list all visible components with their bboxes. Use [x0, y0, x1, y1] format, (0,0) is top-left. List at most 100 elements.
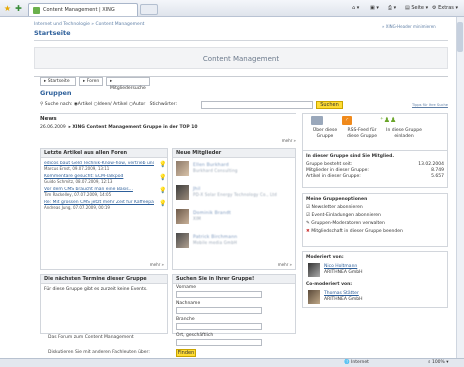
print-icon[interactable]: ⎙ ▾ [388, 4, 396, 13]
scrollbar-thumb[interactable] [457, 22, 463, 52]
member-company: Burkhard Consulting [193, 168, 238, 173]
field-label: Vorname [176, 285, 197, 290]
radio-label: Artikel [77, 102, 93, 107]
avatar[interactable] [176, 185, 189, 200]
pencil-icon: ✎ [306, 221, 310, 226]
feeds-icon[interactable]: ▣ ▾ [370, 4, 379, 13]
list-item[interactable]: Kommentare gesucht: ECM-Talkpod Guido Sc… [44, 174, 166, 187]
members-box: Neue Mitglieder Ellen Burkhard Burkhard … [172, 148, 296, 270]
tab-title: Content Management | XING [43, 7, 115, 13]
search-tips-link[interactable]: Tipps für Ihre Suche [412, 103, 448, 107]
minimize-header-link[interactable]: » XING-Header minimieren [382, 24, 436, 29]
vertical-scrollbar[interactable] [456, 17, 464, 358]
radio-label: Ideen/ Artikel [97, 102, 128, 107]
option-moderators[interactable]: ✎ Gruppen-Moderatoren verwalten [306, 221, 446, 229]
page-menu[interactable]: ▤ Seite ▾ [405, 4, 428, 13]
membership-text: In dieser Gruppe sind Sie Mitglied. [306, 154, 395, 159]
option-events[interactable]: ☑ Event-Einladungen abonnieren [306, 213, 446, 221]
list-item[interactable]: Patrick Birchmann Mobile media GmbH [176, 233, 294, 257]
tab-foren[interactable]: ▸ Foren [79, 77, 103, 86]
article-meta: Tim Rackelley, 07.07.2009, 14:05 [44, 192, 112, 197]
article-list: edicos baut Geld Technik-Know-how, vertr… [44, 161, 166, 213]
member-company: Mobile media GmbH [193, 240, 238, 245]
page-menu-label: Seite [411, 5, 425, 11]
moderators-box: Moderiert von: Nico Holtmann ARITHNEA Gm… [302, 251, 448, 308]
checkbox-checked-icon[interactable]: ☑ [306, 213, 310, 218]
avatar[interactable] [176, 209, 189, 224]
add-favorites-icon[interactable]: ✚ [14, 4, 23, 13]
list-item[interactable]: Dominik Brandt XIM [176, 209, 294, 233]
option-leave[interactable]: ✖ Mitgliedschaft in dieser Gruppe beende… [306, 229, 446, 237]
members-more-link[interactable]: mehr » [278, 262, 292, 267]
list-item[interactable]: Jhil PD-X Solar Energy Technology Co., L… [176, 185, 294, 209]
list-item[interactable]: Ellen Burkhard Burkhard Consulting [176, 161, 294, 185]
moderator-company: ARITHNEA GmbH [324, 270, 363, 275]
stat-label: Gruppe besteht seit: [306, 162, 353, 167]
member-search-title: Suchen Sie in Ihrer Gruppe! [173, 275, 295, 284]
options-list: ☑ Newsletter abonnieren ☑ Event-Einladun… [306, 205, 446, 237]
news-title: News [40, 116, 57, 122]
xing-favicon-icon [33, 7, 40, 14]
section-title: Gruppen [40, 89, 72, 97]
news-item[interactable]: 26.06.2009 ▸ XING Content Management Gru… [40, 125, 197, 130]
tools-menu[interactable]: ⚙ Extras ▾ [432, 4, 458, 13]
option-label: Newsletter abonnieren [311, 205, 363, 210]
remove-icon: ✖ [306, 229, 310, 234]
events-title: Die nächsten Termine dieser Gruppe [41, 275, 167, 284]
stat-value: 5.657 [431, 174, 444, 179]
about-group-link[interactable]: Über diese Gruppe [305, 128, 345, 140]
home-icon[interactable]: ⌂ ▾ [352, 4, 359, 13]
new-tab-button[interactable] [140, 4, 158, 15]
divider [34, 40, 448, 41]
search-button[interactable]: Suchen [316, 101, 343, 109]
comoderator-name[interactable]: Thomas Stätter [324, 291, 359, 296]
avatar[interactable] [308, 263, 320, 277]
member-company: PD-X Solar Energy Technology Co., Ltd [193, 192, 277, 197]
footer-text: Diskutieren Sie mit anderen Fachleuten ü… [48, 350, 150, 355]
news-more-link[interactable]: mehr » [282, 138, 296, 143]
members-title: Neue Mitglieder [173, 149, 295, 158]
breadcrumb[interactable]: Internet und Technologie » Content Manag… [34, 22, 144, 27]
favorites-star-icon[interactable]: ★ [3, 4, 12, 13]
browser-tab[interactable]: Content Management | XING [28, 3, 138, 16]
member-list: Ellen Burkhard Burkhard Consulting Jhil … [176, 161, 294, 257]
find-button[interactable]: Finden [176, 349, 196, 357]
zoom-control[interactable]: ⌕ 100% ▾ [428, 359, 449, 367]
firstname-input[interactable] [176, 291, 262, 298]
invite-icon[interactable]: ⁺♟♟ [380, 116, 396, 125]
lastname-input[interactable] [176, 307, 262, 314]
avatar[interactable] [176, 161, 189, 176]
keyword-label: Stichwörter: [149, 102, 177, 107]
option-label: Gruppen-Moderatoren verwalten [311, 221, 385, 226]
list-item[interactable]: Re: Mit grossen CMS jetzt mehr Zeit für … [44, 200, 166, 213]
rss-icon[interactable]: ◜ [342, 116, 352, 125]
rss-link[interactable]: RSS-Feed für diese Gruppe [342, 128, 382, 140]
options-title: Meine Gruppenoptionen [306, 197, 368, 202]
stat-value: 13.02.2004 [418, 162, 444, 167]
checkbox-checked-icon[interactable]: ☑ [306, 205, 310, 210]
group-info-icon[interactable] [311, 116, 323, 125]
tab-startseite[interactable]: ▸ Startseite [40, 77, 76, 86]
keyword-input[interactable] [201, 101, 313, 109]
news-date: 26.06.2009 [40, 125, 66, 130]
member-company: XIM [193, 216, 201, 221]
avatar[interactable] [176, 233, 189, 248]
lightbulb-icon: 💡 [159, 200, 167, 207]
tab-label: Mitgliedersuche [110, 86, 146, 91]
articles-more-link[interactable]: mehr » [150, 262, 164, 267]
industry-input[interactable] [176, 323, 262, 330]
search-icon: ⚲ [40, 102, 44, 107]
field-label: Branche [176, 317, 195, 322]
field-label: Ort, geschäftlich [176, 333, 214, 338]
avatar[interactable] [308, 290, 320, 304]
tab-label: Startseite [47, 79, 70, 84]
forum-search: ⚲ Suche nach: ◉Artikel ○Ideen/ Artikel ○… [40, 101, 177, 109]
article-meta: Marcus Ernst, 09.07.2009, 13:11 [44, 166, 110, 171]
invite-link[interactable]: In diese Gruppe einladen [382, 128, 426, 140]
option-newsletter[interactable]: ☑ Newsletter abonnieren [306, 205, 446, 213]
tab-mitgliedersuche[interactable]: ▸ Mitgliedersuche [106, 77, 150, 91]
list-item[interactable]: edicos baut Geld Technik-Know-how, vertr… [44, 161, 166, 174]
moderator-name[interactable]: Nico Holtmann [324, 264, 357, 269]
list-item[interactable]: Vor dem CMS braucht man eine Basis... Ti… [44, 187, 166, 200]
city-input[interactable] [176, 339, 262, 346]
